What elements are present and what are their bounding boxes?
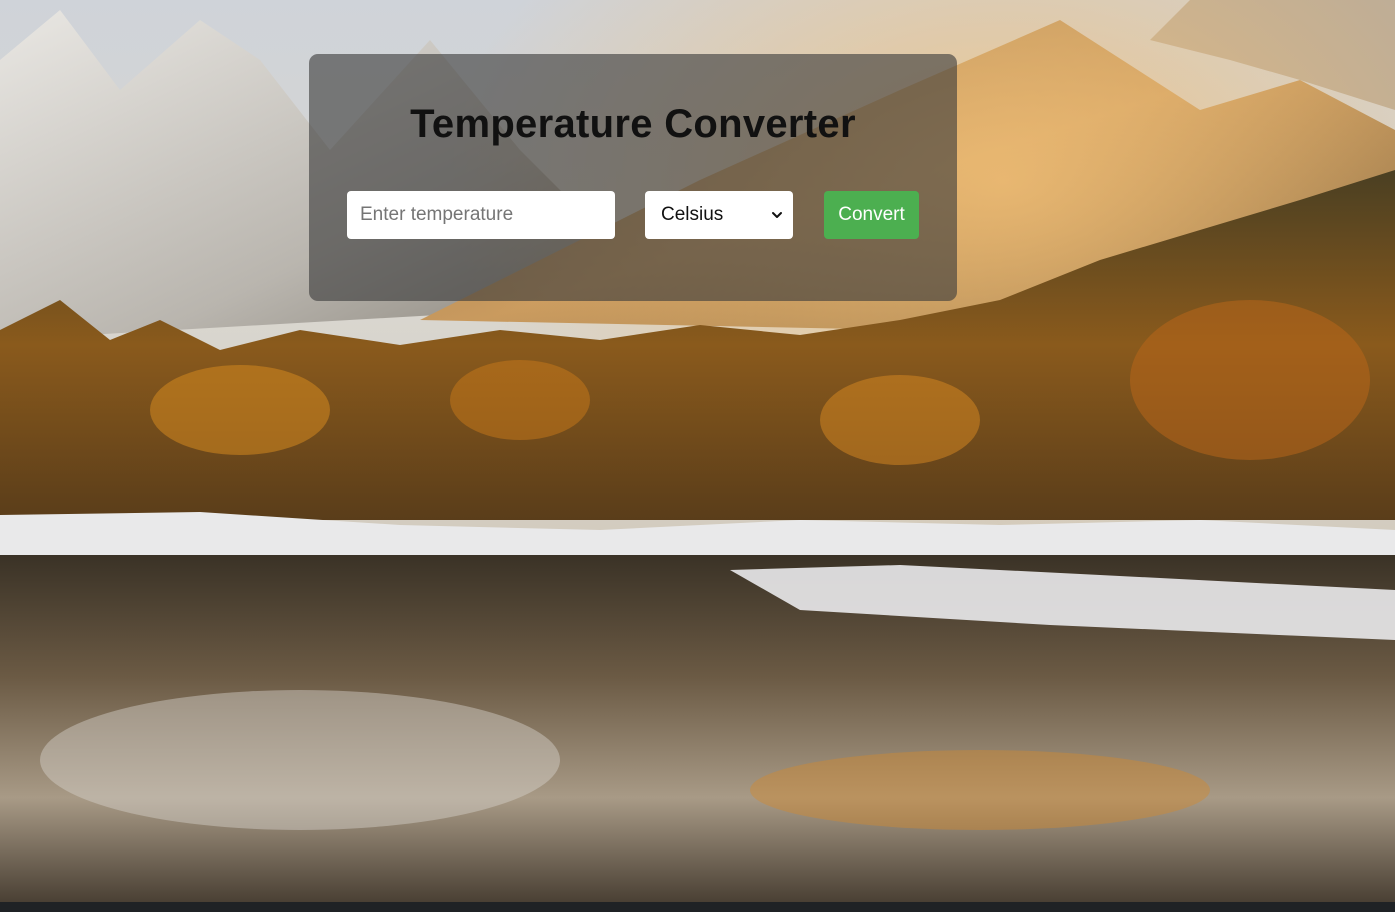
taskbar-strip [0,902,1395,912]
page-title: Temperature Converter [410,102,856,146]
convert-button[interactable]: Convert [824,191,919,239]
temperature-input[interactable] [347,191,615,239]
unit-select[interactable]: Celsius [645,191,793,239]
page: Temperature Converter Celsius Convert [0,0,1395,912]
converter-panel: Temperature Converter Celsius Convert [309,54,957,301]
chevron-down-icon [772,212,782,218]
unit-select-value: Celsius [661,204,724,225]
